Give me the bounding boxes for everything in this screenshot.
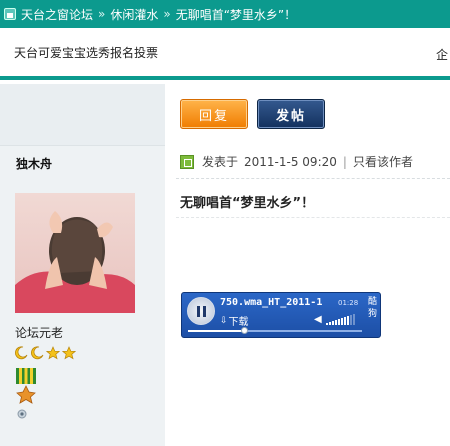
- breadcrumb: 天台之窗论坛 » 休闲灌水 » 无聊唱首“梦里水乡”！: [0, 0, 450, 28]
- star-icon: [62, 346, 76, 360]
- volume-bar: [326, 323, 328, 325]
- breadcrumb-separator: »: [163, 7, 171, 21]
- moon-icon: [31, 346, 44, 360]
- sidebar-header: [0, 84, 165, 146]
- reply-button[interactable]: 回复: [180, 99, 248, 129]
- breadcrumb-thread: 无聊唱首“梦里水乡”！: [175, 7, 297, 22]
- volume-slider[interactable]: [326, 314, 355, 325]
- volume-icon[interactable]: ◀: [314, 314, 322, 325]
- download-icon: ⇩: [220, 315, 228, 326]
- announcement-link-cut[interactable]: 企: [436, 46, 448, 63]
- track-name: 750.wma_HT_2011-1: [220, 297, 323, 308]
- music-player: 750.wma_HT_2011-1 01:28 ⇩ 下载 ◀ 酷狗: [181, 292, 381, 338]
- only-author-link[interactable]: 只看该作者: [353, 153, 413, 170]
- pause-button[interactable]: [187, 297, 215, 325]
- home-icon[interactable]: [4, 8, 16, 20]
- divider: [176, 217, 450, 218]
- online-status-icon: [17, 409, 27, 419]
- meta-separator: |: [342, 154, 347, 169]
- author-rank: 论坛元老: [15, 326, 64, 340]
- new-post-button[interactable]: 发帖: [257, 99, 325, 129]
- author-name[interactable]: 独木舟: [16, 155, 52, 172]
- volume-bar: [344, 317, 346, 325]
- announcement-bar: 天台可爱宝宝选秀报名投票 企: [0, 28, 450, 80]
- brand-label: 酷狗: [368, 297, 378, 319]
- volume-bar: [353, 314, 355, 325]
- volume-bar: [341, 318, 343, 325]
- track-time: 01:28: [338, 299, 359, 307]
- post-date: 2011-1-5 09:20: [244, 154, 337, 169]
- divider: [176, 178, 450, 179]
- breadcrumb-board[interactable]: 休闲灌水: [110, 6, 158, 23]
- volume-bar: [350, 315, 352, 325]
- breadcrumb-separator: »: [98, 7, 106, 21]
- post-meta: 发表于 2011-1-5 09:20 | 只看该作者: [180, 153, 413, 170]
- volume-bar: [329, 322, 331, 325]
- seek-bar[interactable]: [188, 327, 362, 334]
- avatar[interactable]: [15, 193, 135, 313]
- star-icon: [46, 346, 60, 360]
- post-title: 无聊唱首“梦里水乡”！: [180, 196, 315, 211]
- seek-progress: [188, 330, 246, 332]
- announcement-link[interactable]: 天台可爱宝宝选秀报名投票: [14, 44, 158, 61]
- breadcrumb-forum[interactable]: 天台之窗论坛: [21, 6, 93, 23]
- posted-prefix: 发表于: [202, 155, 239, 169]
- seek-handle[interactable]: [241, 327, 249, 334]
- download-label: 下载: [228, 317, 249, 328]
- medal-icon[interactable]: [15, 368, 37, 404]
- volume-bar: [338, 319, 340, 325]
- download-button[interactable]: ⇩ 下载: [220, 313, 249, 329]
- post-icon: [180, 154, 194, 169]
- rank-stars: [14, 346, 76, 360]
- volume-bar: [335, 320, 337, 325]
- volume-bar: [332, 321, 334, 325]
- volume-bar: [347, 316, 349, 325]
- moon-icon: [15, 346, 28, 360]
